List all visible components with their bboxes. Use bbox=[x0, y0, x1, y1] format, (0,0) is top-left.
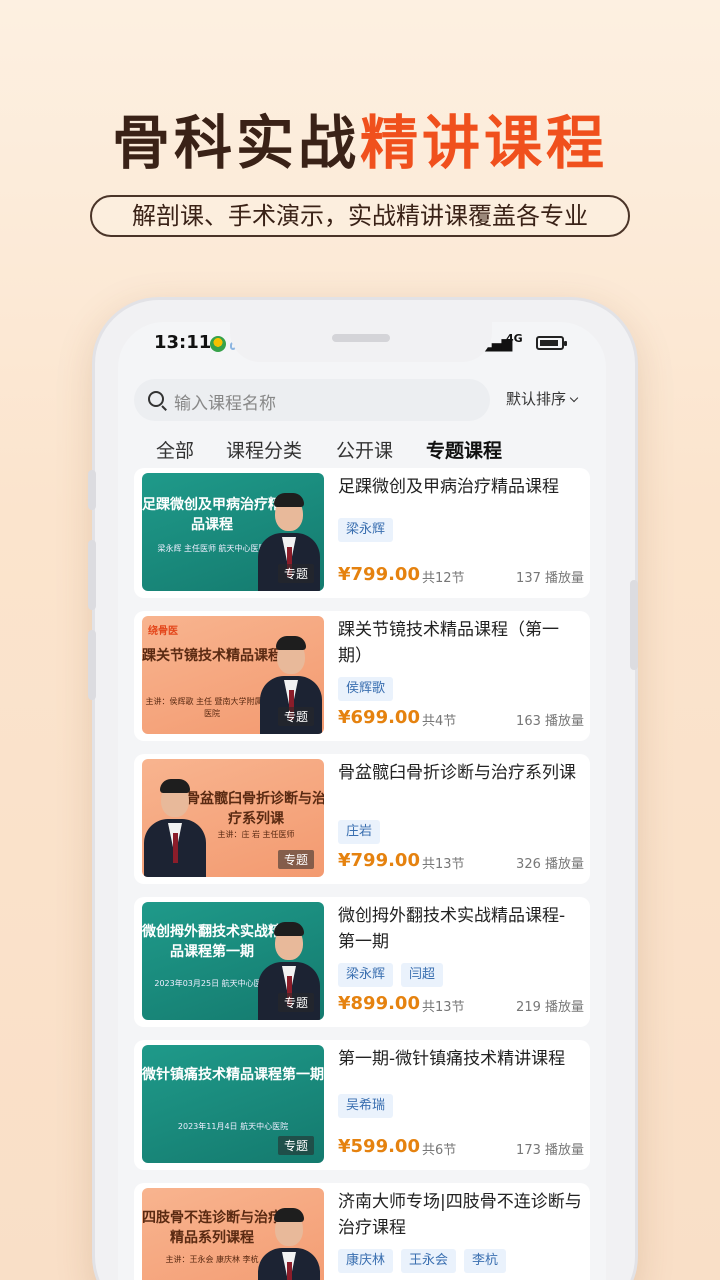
sort-dropdown[interactable]: 默认排序 bbox=[506, 388, 579, 409]
speaker bbox=[332, 334, 390, 342]
teacher-tags: 侯辉歌 bbox=[338, 677, 401, 701]
play-count: 326 播放量 bbox=[516, 857, 584, 872]
status-time: 13:11 bbox=[154, 332, 212, 353]
course-thumbnail: 骨盆髋臼骨折诊断与治疗系列课 主讲：庄 岩 主任医师 专题 bbox=[142, 759, 324, 877]
teacher-tags: 吴希瑞 bbox=[338, 1094, 401, 1118]
tab-special-courses[interactable]: 专题课程 bbox=[426, 436, 502, 463]
course-title: 济南大师专场|四肢骨不连诊断与治疗课程 bbox=[338, 1192, 582, 1238]
course-meta: ¥699.00 共4节 163 播放量 bbox=[338, 707, 584, 729]
phone-power-button bbox=[630, 580, 638, 670]
course-title: 骨盆髋臼骨折诊断与治疗系列课 bbox=[338, 763, 576, 783]
special-tag: 专题 bbox=[277, 850, 314, 869]
teacher-tag[interactable]: 梁永辉 bbox=[338, 963, 394, 987]
course-price: ¥799.00 bbox=[338, 564, 420, 585]
play-count: 219 播放量 bbox=[516, 1000, 584, 1015]
course-title: 踝关节镜技术精品课程（第一期） bbox=[338, 620, 559, 666]
course-card[interactable]: 绕骨医 踝关节镜技术精品课程 主讲：侯辉歌 主任 暨南大学附属第一医院 专题 踝… bbox=[134, 611, 590, 741]
special-tag: 专题 bbox=[277, 1136, 314, 1155]
teacher-tags: 梁永辉 闫超 bbox=[338, 963, 451, 987]
thumb-subtitle: 2023年11月4日 航天中心医院 bbox=[177, 1122, 289, 1131]
course-meta: ¥599.00 共6节 173 播放量 bbox=[338, 1136, 584, 1158]
tab-course-categories[interactable]: 课程分类 bbox=[226, 436, 302, 463]
play-count: 173 播放量 bbox=[516, 1143, 584, 1158]
play-count: 137 播放量 bbox=[516, 571, 584, 586]
thumb-title: 骨盆髋臼骨折诊断与治疗系列课 bbox=[186, 791, 324, 827]
teacher-tag[interactable]: 侯辉歌 bbox=[338, 677, 394, 701]
search-input[interactable]: 输入课程名称 bbox=[134, 379, 490, 421]
teacher-tag[interactable]: 梁永辉 bbox=[338, 518, 394, 542]
teacher-tag[interactable]: 康庆林 bbox=[338, 1249, 394, 1273]
course-meta: ¥799.00 共13节 326 播放量 bbox=[338, 850, 584, 872]
lecturer-photo bbox=[258, 1202, 320, 1280]
phone-screen: 13:11 ▂▄▆ 4G 输入课程名称 默认排序 全部 课程分类 公开课 专题课… bbox=[118, 322, 606, 1280]
course-card[interactable]: 微针镇痛技术精品课程第一期 2023年11月4日 航天中心医院 专题 第一期-微… bbox=[134, 1040, 590, 1170]
notch bbox=[230, 322, 492, 362]
teacher-tag[interactable]: 李杭 bbox=[464, 1249, 507, 1273]
special-tag: 专题 bbox=[277, 707, 314, 726]
phone-side-button bbox=[88, 630, 96, 700]
course-card[interactable]: 足踝微创及甲病治疗精品课程 梁永辉 主任医师 航天中心医院 专题 足踝微创及甲病… bbox=[134, 468, 590, 598]
course-title: 第一期-微针镇痛技术精讲课程 bbox=[338, 1049, 566, 1069]
thumb-subtitle: 主讲：庄 岩 主任医师 bbox=[217, 830, 295, 839]
search-icon bbox=[148, 391, 164, 407]
play-count: 163 播放量 bbox=[516, 714, 584, 729]
course-title: 微创拇外翻技术实战精品课程-第一期 bbox=[338, 906, 566, 952]
course-card[interactable]: 骨盆髋臼骨折诊断与治疗系列课 主讲：庄 岩 主任医师 专题 骨盆髋臼骨折诊断与治… bbox=[134, 754, 590, 884]
lesson-count: 共13节 bbox=[422, 857, 465, 872]
chevron-down-icon bbox=[569, 393, 579, 403]
special-tag: 专题 bbox=[277, 993, 314, 1012]
battery-icon bbox=[536, 336, 567, 350]
teacher-tag[interactable]: 闫超 bbox=[401, 963, 444, 987]
course-card[interactable]: 微创拇外翻技术实战精品课程第一期 2023年03月25日 航天中心医院 专题 微… bbox=[134, 897, 590, 1027]
promo-subtitle: 解剖课、手术演示，实战精讲课覆盖各专业 bbox=[90, 195, 630, 237]
course-price: ¥599.00 bbox=[338, 1136, 420, 1157]
brand-logo: 绕骨医 bbox=[148, 626, 178, 637]
lesson-count: 共12节 bbox=[422, 571, 465, 586]
lesson-count: 共6节 bbox=[422, 1143, 457, 1158]
course-meta: ¥899.00 共13节 219 播放量 bbox=[338, 993, 584, 1015]
thumb-title: 微针镇痛技术精品课程第一期 bbox=[142, 1067, 324, 1083]
phone-side-button bbox=[88, 540, 96, 610]
teacher-tags: 康庆林 王永会 李杭 bbox=[338, 1249, 514, 1273]
phone-side-button bbox=[88, 470, 96, 510]
promo-headline: 骨科实战精讲课程 bbox=[111, 109, 609, 177]
lesson-count: 共13节 bbox=[422, 1000, 465, 1015]
course-price: ¥799.00 bbox=[338, 850, 420, 871]
teacher-tag[interactable]: 吴希瑞 bbox=[338, 1094, 394, 1118]
course-thumbnail: 绕骨医 踝关节镜技术精品课程 主讲：侯辉歌 主任 暨南大学附属第一医院 专题 bbox=[142, 616, 324, 734]
teacher-tags: 梁永辉 bbox=[338, 518, 401, 542]
course-card[interactable]: 四肢骨不连诊断与治疗精品系列课程 主讲：王永会 康庆林 李杭 济南大师专场|四肢… bbox=[134, 1183, 590, 1280]
lesson-count: 共4节 bbox=[422, 714, 457, 729]
course-price: ¥699.00 bbox=[338, 707, 420, 728]
teacher-tag[interactable]: 庄岩 bbox=[338, 820, 381, 844]
course-thumbnail: 四肢骨不连诊断与治疗精品系列课程 主讲：王永会 康庆林 李杭 bbox=[142, 1188, 324, 1280]
lecturer-photo bbox=[144, 773, 206, 877]
course-thumbnail: 微创拇外翻技术实战精品课程第一期 2023年03月25日 航天中心医院 专题 bbox=[142, 902, 324, 1020]
course-thumbnail: 足踝微创及甲病治疗精品课程 梁永辉 主任医师 航天中心医院 专题 bbox=[142, 473, 324, 591]
course-price: ¥899.00 bbox=[338, 993, 420, 1014]
app-notification-icon bbox=[210, 336, 226, 352]
tab-open-courses[interactable]: 公开课 bbox=[336, 436, 393, 463]
course-thumbnail: 微针镇痛技术精品课程第一期 2023年11月4日 航天中心医院 专题 bbox=[142, 1045, 324, 1163]
course-meta: ¥799.00 共12节 137 播放量 bbox=[338, 564, 584, 586]
special-tag: 专题 bbox=[277, 564, 314, 583]
search-placeholder: 输入课程名称 bbox=[174, 394, 276, 414]
tab-all[interactable]: 全部 bbox=[156, 436, 194, 463]
network-label: 4G bbox=[506, 332, 523, 345]
teacher-tags: 庄岩 bbox=[338, 820, 388, 844]
teacher-tag[interactable]: 王永会 bbox=[401, 1249, 457, 1273]
course-title: 足踝微创及甲病治疗精品课程 bbox=[338, 477, 559, 497]
